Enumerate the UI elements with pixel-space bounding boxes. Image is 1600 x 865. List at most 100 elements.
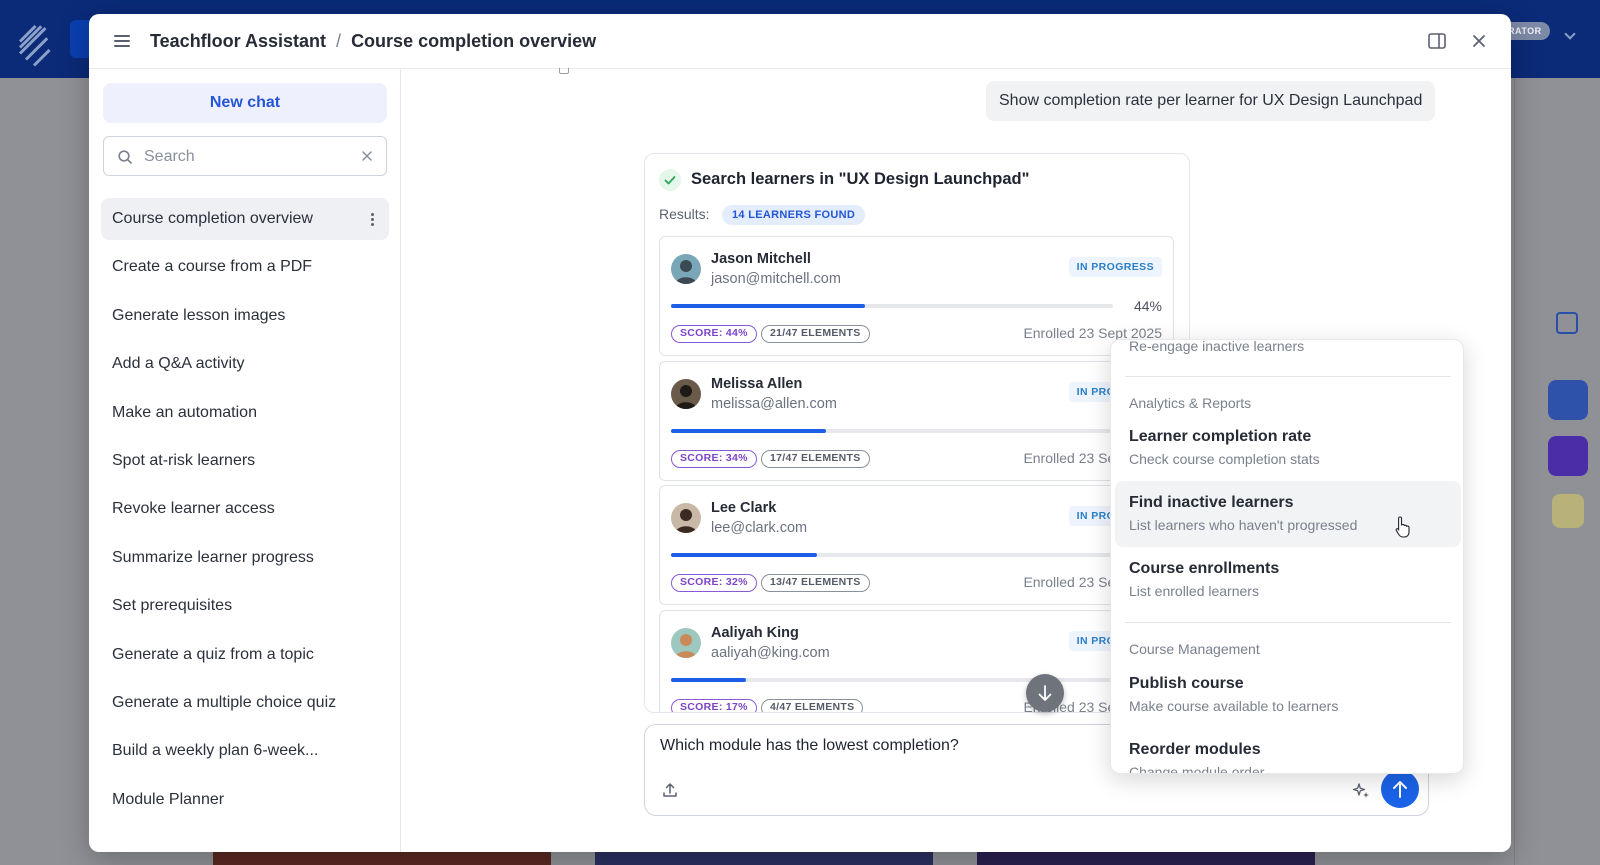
search-icon <box>118 150 132 164</box>
progress-bar-fill <box>671 677 747 682</box>
avatar <box>671 503 701 533</box>
chat-history-list: Course completion overview Create a cours… <box>101 198 389 827</box>
chat-history-item[interactable]: Generate a multiple choice quiz <box>101 682 389 724</box>
menu-item-publish-course[interactable]: Publish course Make course available to … <box>1115 662 1461 728</box>
calculator-icon <box>1548 380 1588 420</box>
progress-bar <box>671 304 1113 308</box>
menu-item-reorder-modules[interactable]: Reorder modules Change module order <box>1115 728 1461 774</box>
score-badge: SCORE: 44% <box>671 325 757 343</box>
menu-item-title: Publish course <box>1129 675 1244 692</box>
chat-history-item[interactable]: Module Planner <box>101 779 389 821</box>
score-badge: SCORE: 34% <box>671 449 757 468</box>
chat-history-item[interactable]: Generate lesson images <box>101 295 389 337</box>
chat-history-label: Add a Q&A activity <box>112 355 245 373</box>
chat-history-label: Create a course from a PDF <box>112 258 313 276</box>
menu-item-desc: List learners who haven't progressed <box>1129 517 1358 533</box>
modal-header: Teachfloor Assistant / Course completion o… <box>89 14 1511 69</box>
chat-history-item[interactable]: Summarize learner progress <box>101 537 389 579</box>
elements-badge: 13/47 ELEMENTS <box>761 574 870 592</box>
learner-email: aaliyah@king.com <box>711 644 830 661</box>
breadcrumb: Teachfloor Assistant / Course completion o… <box>150 31 596 52</box>
avatar <box>671 627 701 658</box>
menu-item-course-enrollments[interactable]: Course enrollments List enrolled learner… <box>1115 547 1461 613</box>
learner-card[interactable]: Lee Clarklee@clark.comIN PROGRESS33%SCOR… <box>659 485 1174 605</box>
chat-history-label: Make an automation <box>112 403 257 421</box>
elements-badge: 17/47 ELEMENTS <box>761 449 870 468</box>
pointer-cursor-icon <box>1395 516 1410 538</box>
menu-section-analytics: Analytics & Reports <box>1129 395 1252 411</box>
chat-history-label: Set prerequisites <box>112 597 233 615</box>
scroll-to-bottom-button[interactable] <box>1026 674 1064 712</box>
progress-bar-fill <box>671 428 826 433</box>
menu-item-desc: Check course completion stats <box>1129 451 1320 467</box>
new-chat-button[interactable]: New chat <box>103 83 387 123</box>
chat-history-label: Generate a quiz from a topic <box>112 645 314 663</box>
menu-item-learner-completion-rate[interactable]: Learner completion rate Check course com… <box>1115 415 1461 481</box>
menu-icon[interactable] <box>114 34 132 48</box>
learner-name: Jason Mitchell <box>711 251 811 267</box>
chat-history-item[interactable]: Course completion overview <box>101 198 389 240</box>
progress-percent: 44% <box>1133 298 1162 314</box>
menu-item-desc: Change module order <box>1129 764 1265 774</box>
chat-history-item[interactable]: Add a Q&A activity <box>101 343 389 385</box>
copy-icon[interactable] <box>559 68 569 74</box>
chat-history-item[interactable]: Create a course from a PDF <box>101 246 389 288</box>
toggle-panel-icon[interactable] <box>1425 29 1449 53</box>
learner-card[interactable]: Melissa Allenmelissa@allen.comIN PROGRES… <box>659 360 1174 481</box>
results-count-badge: 14 LEARNERS FOUND <box>722 205 866 225</box>
progress-bar <box>671 428 1113 433</box>
tool-title: Search learners in "UX Design Launchpad" <box>691 170 1030 188</box>
close-icon[interactable] <box>1467 29 1491 53</box>
elements-badge: 4/47 ELEMENTS <box>761 698 864 712</box>
arrow-up-icon <box>1393 781 1407 798</box>
menu-item-title: Find inactive learners <box>1129 494 1294 511</box>
learner-name: Aaliyah King <box>711 624 799 641</box>
chat-history-item[interactable]: Spot at-risk learners <box>101 440 389 482</box>
chat-history-label: Generate lesson images <box>112 306 286 324</box>
chat-sidebar: New chat Course completion overview Creat… <box>89 69 401 852</box>
menu-item-title: Reorder modules <box>1129 741 1261 758</box>
menu-item-partial[interactable]: Re-engage inactive learners <box>1129 340 1304 354</box>
chat-history-label: Module Planner <box>112 790 225 808</box>
clear-search-icon[interactable] <box>360 149 374 163</box>
score-badge: SCORE: 17% <box>671 698 757 712</box>
chat-history-label: Course completion overview <box>112 210 313 227</box>
menu-section-course-management: Course Management <box>1129 641 1260 657</box>
results-label: Results: <box>659 206 710 222</box>
progress-bar <box>671 553 1113 557</box>
chat-history-item[interactable]: Revoke learner access <box>101 488 389 530</box>
chevron-down-icon <box>1564 28 1576 40</box>
search-field[interactable] <box>103 136 387 176</box>
learner-email: lee@clark.com <box>711 520 808 536</box>
send-button[interactable] <box>1381 770 1419 808</box>
chat-history-label: Spot at-risk learners <box>112 451 256 469</box>
learner-email: jason@mitchell.com <box>711 271 841 287</box>
learner-name: Lee Clark <box>711 500 777 516</box>
tool-result-card: Search learners in "UX Design Launchpad"… <box>644 153 1190 713</box>
chat-history-label: Generate a multiple choice quiz <box>112 693 337 711</box>
learner-name: Melissa Allen <box>711 375 803 392</box>
breadcrumb-app-title[interactable]: Teachfloor Assistant <box>150 31 326 51</box>
chat-history-item[interactable]: Generate a quiz from a topic <box>101 634 389 676</box>
sparkle-icon[interactable] <box>1351 781 1371 801</box>
menu-item-title: Learner completion rate <box>1129 428 1312 445</box>
status-badge: IN PROGRESS <box>1068 257 1162 277</box>
upload-icon[interactable] <box>661 781 679 799</box>
background-divider <box>1514 78 1515 865</box>
search-input[interactable] <box>144 145 344 169</box>
page-title: Course completion overview <box>351 31 597 51</box>
learner-card[interactable]: Jason Mitchell jason@mitchell.com IN PROGR… <box>659 236 1174 356</box>
learner-card[interactable]: Aaliyah Kingaaliyah@king.comIN PROGRESS1… <box>659 609 1174 712</box>
sparkle-tool-icon <box>1548 436 1588 476</box>
chat-history-item[interactable]: Make an automation <box>101 392 389 434</box>
avatar <box>671 378 701 409</box>
chat-history-label: Revoke learner access <box>112 500 275 518</box>
menu-item-title: Course enrollments <box>1129 560 1280 577</box>
more-options-icon[interactable] <box>371 213 375 227</box>
chat-history-item[interactable]: Build a weekly plan 6-week... <box>101 730 389 772</box>
menu-item-desc: Make course available to learners <box>1129 698 1339 714</box>
progress-bar-fill <box>671 553 817 557</box>
arrow-down-icon <box>1038 685 1052 701</box>
chat-history-item[interactable]: Set prerequisites <box>101 585 389 627</box>
suggestions-menu: Re-engage inactive learners Analytics & … <box>1110 339 1464 774</box>
